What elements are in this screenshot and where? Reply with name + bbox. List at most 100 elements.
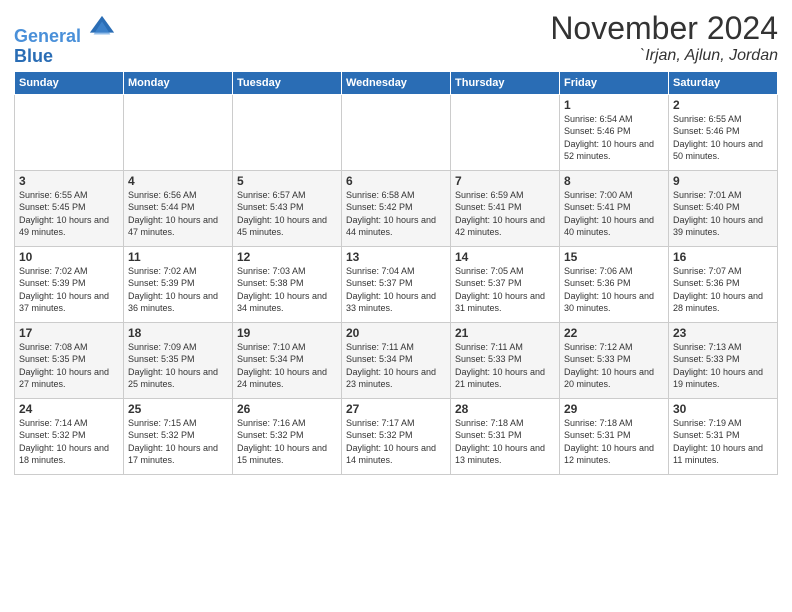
day-number: 2 <box>673 98 773 112</box>
day-number: 13 <box>346 250 446 264</box>
day-number: 1 <box>564 98 664 112</box>
calendar-week-row: 24Sunrise: 7:14 AM Sunset: 5:32 PM Dayli… <box>15 398 778 474</box>
table-row: 13Sunrise: 7:04 AM Sunset: 5:37 PM Dayli… <box>342 246 451 322</box>
table-row: 30Sunrise: 7:19 AM Sunset: 5:31 PM Dayli… <box>669 398 778 474</box>
logo-icon <box>88 14 116 42</box>
day-info: Sunrise: 6:54 AM Sunset: 5:46 PM Dayligh… <box>564 113 664 163</box>
day-info: Sunrise: 7:17 AM Sunset: 5:32 PM Dayligh… <box>346 417 446 467</box>
header: General Blue November 2024 `Irjan, Ajlun… <box>14 10 778 67</box>
day-number: 25 <box>128 402 228 416</box>
day-info: Sunrise: 7:13 AM Sunset: 5:33 PM Dayligh… <box>673 341 773 391</box>
day-number: 12 <box>237 250 337 264</box>
day-info: Sunrise: 7:09 AM Sunset: 5:35 PM Dayligh… <box>128 341 228 391</box>
day-number: 4 <box>128 174 228 188</box>
table-row: 26Sunrise: 7:16 AM Sunset: 5:32 PM Dayli… <box>233 398 342 474</box>
header-row: Sunday Monday Tuesday Wednesday Thursday… <box>15 71 778 94</box>
table-row: 7Sunrise: 6:59 AM Sunset: 5:41 PM Daylig… <box>451 170 560 246</box>
day-info: Sunrise: 7:04 AM Sunset: 5:37 PM Dayligh… <box>346 265 446 315</box>
day-info: Sunrise: 7:14 AM Sunset: 5:32 PM Dayligh… <box>19 417 119 467</box>
day-info: Sunrise: 6:55 AM Sunset: 5:46 PM Dayligh… <box>673 113 773 163</box>
day-number: 21 <box>455 326 555 340</box>
col-wednesday: Wednesday <box>342 71 451 94</box>
day-info: Sunrise: 7:00 AM Sunset: 5:41 PM Dayligh… <box>564 189 664 239</box>
day-info: Sunrise: 7:18 AM Sunset: 5:31 PM Dayligh… <box>564 417 664 467</box>
day-info: Sunrise: 7:18 AM Sunset: 5:31 PM Dayligh… <box>455 417 555 467</box>
day-info: Sunrise: 6:58 AM Sunset: 5:42 PM Dayligh… <box>346 189 446 239</box>
table-row: 3Sunrise: 6:55 AM Sunset: 5:45 PM Daylig… <box>15 170 124 246</box>
calendar-week-row: 1Sunrise: 6:54 AM Sunset: 5:46 PM Daylig… <box>15 94 778 170</box>
calendar-week-row: 3Sunrise: 6:55 AM Sunset: 5:45 PM Daylig… <box>15 170 778 246</box>
day-number: 14 <box>455 250 555 264</box>
logo-line2: Blue <box>14 46 53 66</box>
day-number: 29 <box>564 402 664 416</box>
day-info: Sunrise: 7:03 AM Sunset: 5:38 PM Dayligh… <box>237 265 337 315</box>
table-row <box>124 94 233 170</box>
day-info: Sunrise: 7:16 AM Sunset: 5:32 PM Dayligh… <box>237 417 337 467</box>
day-number: 9 <box>673 174 773 188</box>
table-row <box>451 94 560 170</box>
day-number: 7 <box>455 174 555 188</box>
table-row: 2Sunrise: 6:55 AM Sunset: 5:46 PM Daylig… <box>669 94 778 170</box>
day-info: Sunrise: 7:10 AM Sunset: 5:34 PM Dayligh… <box>237 341 337 391</box>
table-row: 8Sunrise: 7:00 AM Sunset: 5:41 PM Daylig… <box>560 170 669 246</box>
table-row: 16Sunrise: 7:07 AM Sunset: 5:36 PM Dayli… <box>669 246 778 322</box>
day-number: 11 <box>128 250 228 264</box>
table-row: 17Sunrise: 7:08 AM Sunset: 5:35 PM Dayli… <box>15 322 124 398</box>
day-info: Sunrise: 7:06 AM Sunset: 5:36 PM Dayligh… <box>564 265 664 315</box>
table-row: 25Sunrise: 7:15 AM Sunset: 5:32 PM Dayli… <box>124 398 233 474</box>
day-number: 20 <box>346 326 446 340</box>
col-friday: Friday <box>560 71 669 94</box>
day-info: Sunrise: 7:11 AM Sunset: 5:33 PM Dayligh… <box>455 341 555 391</box>
day-info: Sunrise: 7:07 AM Sunset: 5:36 PM Dayligh… <box>673 265 773 315</box>
table-row: 27Sunrise: 7:17 AM Sunset: 5:32 PM Dayli… <box>342 398 451 474</box>
table-row: 10Sunrise: 7:02 AM Sunset: 5:39 PM Dayli… <box>15 246 124 322</box>
day-number: 23 <box>673 326 773 340</box>
table-row: 4Sunrise: 6:56 AM Sunset: 5:44 PM Daylig… <box>124 170 233 246</box>
table-row: 12Sunrise: 7:03 AM Sunset: 5:38 PM Dayli… <box>233 246 342 322</box>
table-row: 15Sunrise: 7:06 AM Sunset: 5:36 PM Dayli… <box>560 246 669 322</box>
calendar-week-row: 17Sunrise: 7:08 AM Sunset: 5:35 PM Dayli… <box>15 322 778 398</box>
day-info: Sunrise: 7:12 AM Sunset: 5:33 PM Dayligh… <box>564 341 664 391</box>
day-number: 3 <box>19 174 119 188</box>
day-number: 22 <box>564 326 664 340</box>
table-row: 6Sunrise: 6:58 AM Sunset: 5:42 PM Daylig… <box>342 170 451 246</box>
day-info: Sunrise: 7:08 AM Sunset: 5:35 PM Dayligh… <box>19 341 119 391</box>
calendar-week-row: 10Sunrise: 7:02 AM Sunset: 5:39 PM Dayli… <box>15 246 778 322</box>
table-row: 23Sunrise: 7:13 AM Sunset: 5:33 PM Dayli… <box>669 322 778 398</box>
title-block: November 2024 `Irjan, Ajlun, Jordan <box>550 10 778 65</box>
col-tuesday: Tuesday <box>233 71 342 94</box>
day-info: Sunrise: 6:56 AM Sunset: 5:44 PM Dayligh… <box>128 189 228 239</box>
col-sunday: Sunday <box>15 71 124 94</box>
day-number: 18 <box>128 326 228 340</box>
table-row: 19Sunrise: 7:10 AM Sunset: 5:34 PM Dayli… <box>233 322 342 398</box>
day-number: 26 <box>237 402 337 416</box>
day-number: 8 <box>564 174 664 188</box>
day-info: Sunrise: 7:02 AM Sunset: 5:39 PM Dayligh… <box>19 265 119 315</box>
day-number: 10 <box>19 250 119 264</box>
day-info: Sunrise: 6:57 AM Sunset: 5:43 PM Dayligh… <box>237 189 337 239</box>
table-row: 18Sunrise: 7:09 AM Sunset: 5:35 PM Dayli… <box>124 322 233 398</box>
col-saturday: Saturday <box>669 71 778 94</box>
day-number: 27 <box>346 402 446 416</box>
location: `Irjan, Ajlun, Jordan <box>550 47 778 65</box>
table-row: 28Sunrise: 7:18 AM Sunset: 5:31 PM Dayli… <box>451 398 560 474</box>
day-info: Sunrise: 7:11 AM Sunset: 5:34 PM Dayligh… <box>346 341 446 391</box>
day-number: 17 <box>19 326 119 340</box>
table-row: 5Sunrise: 6:57 AM Sunset: 5:43 PM Daylig… <box>233 170 342 246</box>
day-info: Sunrise: 6:55 AM Sunset: 5:45 PM Dayligh… <box>19 189 119 239</box>
day-info: Sunrise: 7:01 AM Sunset: 5:40 PM Dayligh… <box>673 189 773 239</box>
month-title: November 2024 <box>550 10 778 47</box>
table-row <box>233 94 342 170</box>
day-number: 6 <box>346 174 446 188</box>
table-row: 14Sunrise: 7:05 AM Sunset: 5:37 PM Dayli… <box>451 246 560 322</box>
table-row: 22Sunrise: 7:12 AM Sunset: 5:33 PM Dayli… <box>560 322 669 398</box>
day-number: 24 <box>19 402 119 416</box>
table-row: 11Sunrise: 7:02 AM Sunset: 5:39 PM Dayli… <box>124 246 233 322</box>
table-row: 24Sunrise: 7:14 AM Sunset: 5:32 PM Dayli… <box>15 398 124 474</box>
calendar-table: Sunday Monday Tuesday Wednesday Thursday… <box>14 71 778 475</box>
day-info: Sunrise: 7:05 AM Sunset: 5:37 PM Dayligh… <box>455 265 555 315</box>
col-thursday: Thursday <box>451 71 560 94</box>
table-row: 21Sunrise: 7:11 AM Sunset: 5:33 PM Dayli… <box>451 322 560 398</box>
table-row <box>15 94 124 170</box>
table-row: 20Sunrise: 7:11 AM Sunset: 5:34 PM Dayli… <box>342 322 451 398</box>
